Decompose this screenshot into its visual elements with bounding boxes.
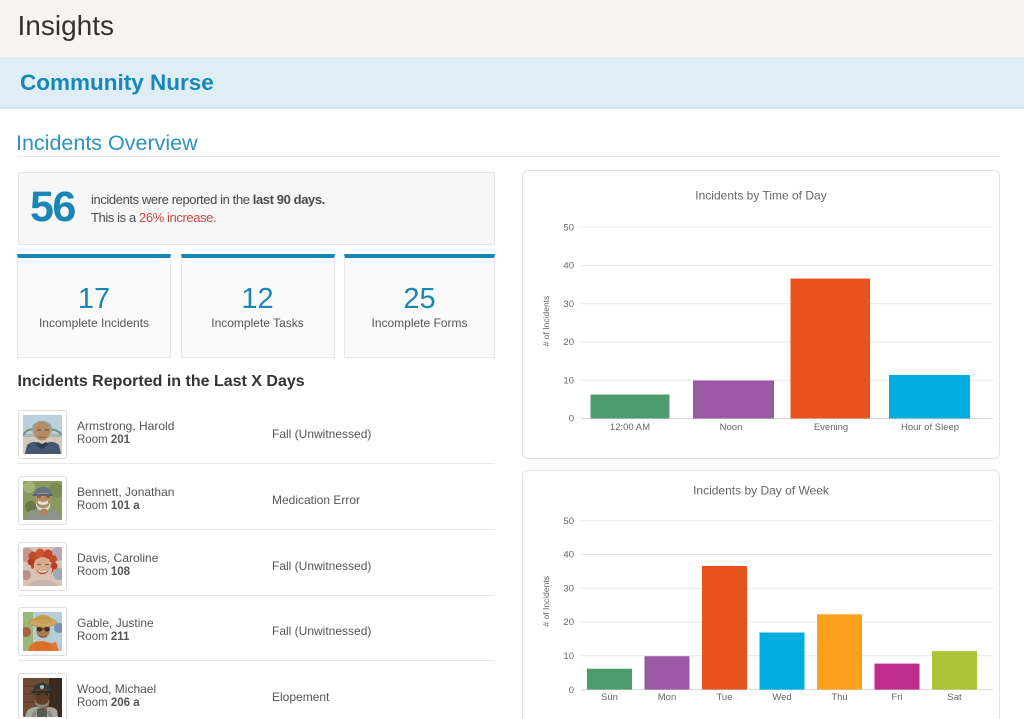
svg-text:Sat: Sat — [947, 692, 962, 703]
svg-text:Thu: Thu — [831, 692, 847, 703]
svg-text:40: 40 — [563, 261, 574, 272]
svg-text:Evening: Evening — [814, 422, 848, 433]
svg-text:30: 30 — [563, 299, 574, 310]
svg-text:Incidents by Time of Day: Incidents by Time of Day — [695, 189, 826, 203]
svg-text:Fri: Fri — [891, 692, 902, 703]
svg-text:30: 30 — [563, 584, 574, 595]
svg-text:50: 50 — [563, 223, 574, 234]
svg-text:40: 40 — [563, 550, 574, 561]
svg-text:20: 20 — [563, 337, 574, 348]
svg-text:# of Incidents: # of Incidents — [541, 296, 551, 347]
svg-text:# of Incidents: # of Incidents — [541, 576, 551, 627]
svg-text:20: 20 — [563, 617, 574, 628]
svg-text:Wed: Wed — [772, 692, 791, 703]
svg-text:10: 10 — [563, 651, 574, 662]
svg-text:12:00 AM: 12:00 AM — [610, 422, 650, 433]
svg-text:10: 10 — [563, 375, 574, 386]
svg-text:0: 0 — [569, 685, 574, 696]
svg-text:50: 50 — [563, 516, 574, 527]
svg-text:Mon: Mon — [658, 692, 676, 703]
svg-text:Sun: Sun — [601, 692, 618, 703]
svg-text:Hour of Sleep: Hour of Sleep — [901, 422, 959, 433]
svg-text:Incidents by Day of Week: Incidents by Day of Week — [693, 483, 830, 497]
svg-text:0: 0 — [569, 414, 574, 425]
svg-text:Tue: Tue — [716, 692, 732, 703]
svg-text:Noon: Noon — [720, 422, 743, 433]
